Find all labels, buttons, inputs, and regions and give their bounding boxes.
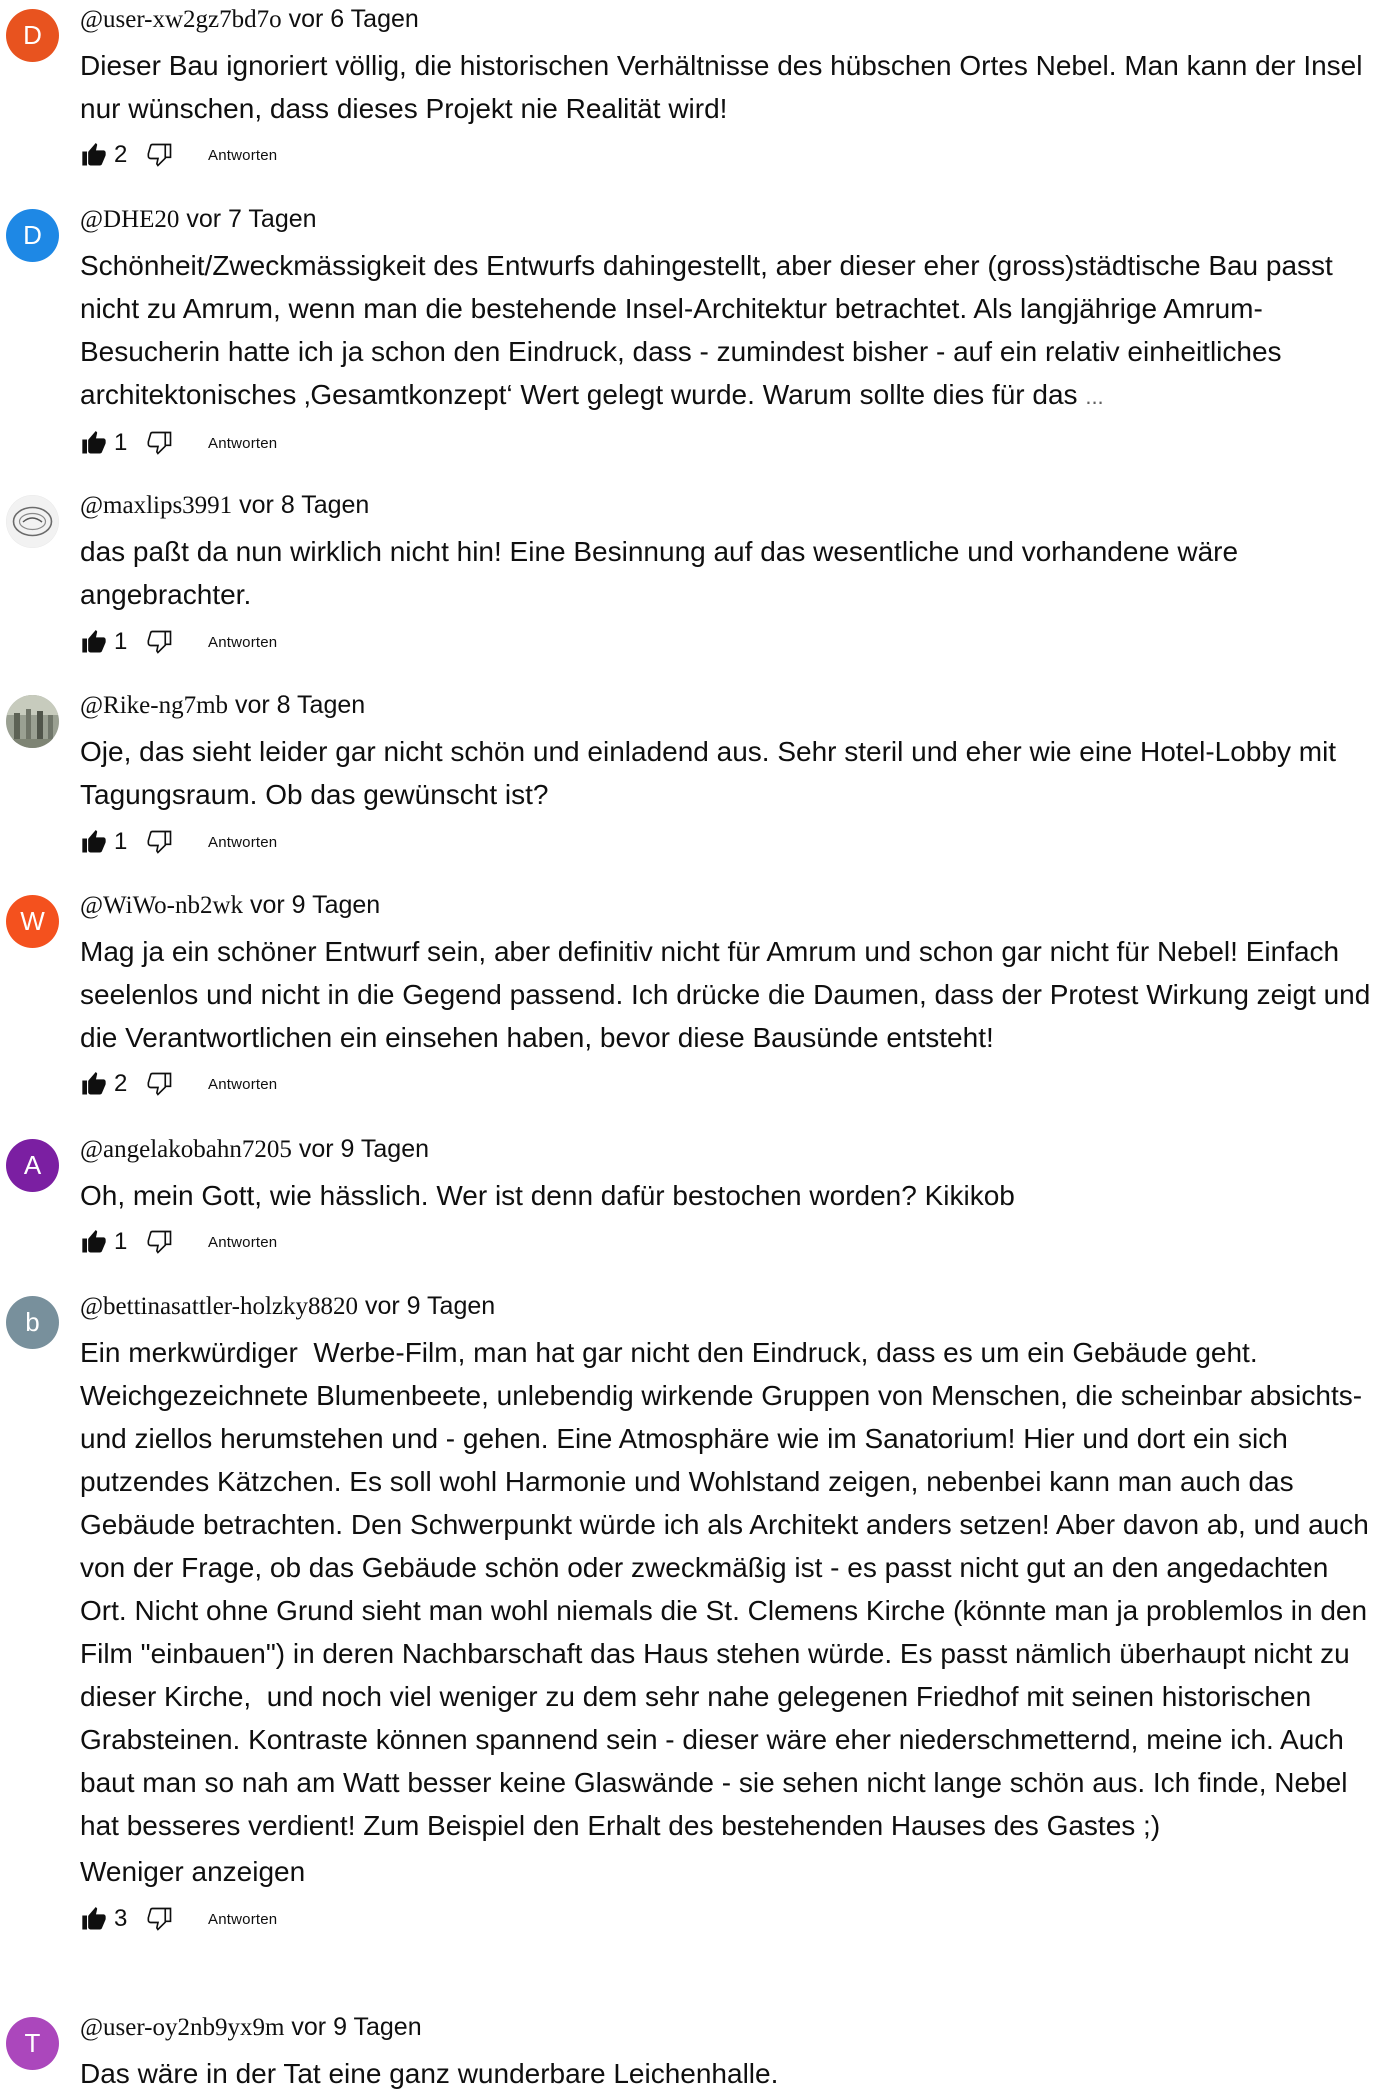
comment-actions: 2 Antworten <box>80 135 1380 175</box>
thumbs-down-icon <box>147 1072 172 1096</box>
avatar[interactable]: b <box>6 1296 59 1349</box>
comment-header: @angelakobahn7205 vor 9 Tagen <box>80 1132 1380 1166</box>
avatar[interactable]: A <box>6 1139 59 1192</box>
comment-actions: 1 Antworten <box>80 423 1380 463</box>
comment-username[interactable]: @user-oy2nb9yx9m <box>80 2014 284 2041</box>
like-button[interactable] <box>80 1905 108 1933</box>
like-count: 3 <box>114 1905 128 1932</box>
thumbs-up-icon <box>82 829 106 853</box>
comment-header: @DHE20 vor 7 Tagen <box>80 202 1380 236</box>
reply-button[interactable]: Antworten <box>208 435 277 452</box>
dislike-button[interactable] <box>146 141 174 169</box>
like-button[interactable] <box>80 429 108 457</box>
thumbs-down-icon <box>147 830 172 854</box>
thumbs-down-icon <box>147 143 172 167</box>
comment-text: Dieser Bau ignoriert völlig, die histori… <box>80 50 1371 124</box>
like-button[interactable] <box>80 828 108 856</box>
comment-text: Oje, das sieht leider gar nicht schön un… <box>80 736 1344 810</box>
reply-button[interactable]: Antworten <box>208 834 277 851</box>
reply-button[interactable]: Antworten <box>208 1234 277 1251</box>
comment-timestamp[interactable]: vor 9 Tagen <box>250 891 380 919</box>
comment-text: Ein merkwürdiger Werbe-Film, man hat gar… <box>80 1337 1377 1841</box>
comment-text: Oh, mein Gott, wie hässlich. Wer ist den… <box>80 1180 1015 1211</box>
dislike-button[interactable] <box>146 429 174 457</box>
reply-button[interactable]: Antworten <box>208 634 277 651</box>
thumbs-up-icon <box>82 1906 106 1930</box>
comment-actions: 1 Antworten <box>80 622 1380 662</box>
show-less-button[interactable]: Weniger anzeigen <box>80 1850 1380 1893</box>
photo-avatar-icon <box>6 695 59 748</box>
comment-header: @Rike-ng7mb vor 8 Tagen <box>80 688 1380 722</box>
thumbs-up-icon <box>82 430 106 454</box>
comment-username[interactable]: @maxlips3991 <box>80 492 232 519</box>
thumbs-down-icon <box>147 1907 172 1931</box>
dislike-button[interactable] <box>146 828 174 856</box>
comment-timestamp[interactable]: vor 9 Tagen <box>299 1135 429 1163</box>
read-more-ellipsis[interactable]: ... <box>1085 384 1103 409</box>
like-count: 2 <box>114 1070 128 1097</box>
comment-timestamp[interactable]: vor 6 Tagen <box>289 5 419 33</box>
like-count: 1 <box>114 429 128 456</box>
comment-username[interactable]: @DHE20 <box>80 206 179 233</box>
comment-text: Mag ja ein schöner Entwurf sein, aber de… <box>80 936 1379 1053</box>
like-count: 1 <box>114 828 128 855</box>
avatar[interactable]: W <box>6 895 59 948</box>
comment-username[interactable]: @bettinasattler-holzky8820 <box>80 1293 358 1320</box>
stamp-logo-avatar-icon <box>6 495 59 548</box>
reply-button[interactable]: Antworten <box>208 147 277 164</box>
comment-actions: 3 Antworten <box>80 1899 1380 1939</box>
comment-actions: 2 Antworten <box>80 1064 1380 1104</box>
comment-header: @user-oy2nb9yx9m vor 9 Tagen <box>80 2010 1380 2044</box>
comment-username[interactable]: @angelakobahn7205 <box>80 1136 292 1163</box>
dislike-button[interactable] <box>146 1070 174 1098</box>
like-button[interactable] <box>80 628 108 656</box>
dislike-button[interactable] <box>146 1905 174 1933</box>
dislike-button[interactable] <box>146 1228 174 1256</box>
comment-header: @bettinasattler-holzky8820 vor 9 Tagen <box>80 1289 1380 1323</box>
comment-username[interactable]: @Rike-ng7mb <box>80 692 228 719</box>
comment-text-body: Schönheit/Zweckmässigkeit des Entwurfs d… <box>80 250 1341 410</box>
comment-text: Schönheit/Zweckmässigkeit des Entwurfs d… <box>80 244 1380 418</box>
comment-header: @WiWo-nb2wk vor 9 Tagen <box>80 888 1380 922</box>
reply-button[interactable]: Antworten <box>208 1911 277 1928</box>
thumbs-down-icon <box>147 630 172 654</box>
comment-timestamp[interactable]: vor 9 Tagen <box>291 2013 421 2041</box>
comment-header: @user-xw2gz7bd7o vor 6 Tagen <box>80 2 1380 36</box>
comment-username[interactable]: @WiWo-nb2wk <box>80 892 243 919</box>
like-button[interactable] <box>80 1070 108 1098</box>
like-count: 2 <box>114 141 128 168</box>
avatar[interactable] <box>6 695 59 748</box>
comment-username[interactable]: @user-xw2gz7bd7o <box>80 6 282 33</box>
avatar[interactable]: D <box>6 209 59 262</box>
comment-text: das paßt da nun wirklich nicht hin! Eine… <box>80 536 1246 610</box>
thumbs-up-icon <box>82 142 106 166</box>
avatar[interactable]: T <box>6 2017 59 2070</box>
thumbs-up-icon <box>82 1229 106 1253</box>
like-button[interactable] <box>80 1228 108 1256</box>
comment-timestamp[interactable]: vor 9 Tagen <box>365 1292 495 1320</box>
comment-timestamp[interactable]: vor 8 Tagen <box>235 691 365 719</box>
thumbs-down-icon <box>147 431 172 455</box>
avatar[interactable] <box>6 495 59 548</box>
thumbs-up-icon <box>82 629 106 653</box>
like-button[interactable] <box>80 141 108 169</box>
thumbs-down-icon <box>147 1230 172 1254</box>
comment-header: @maxlips3991 vor 8 Tagen <box>80 488 1380 522</box>
avatar[interactable]: D <box>6 9 59 62</box>
reply-button[interactable]: Antworten <box>208 1076 277 1093</box>
thumbs-up-icon <box>82 1071 106 1095</box>
comment-actions: 1 Antworten <box>80 822 1380 862</box>
like-count: 1 <box>114 1228 128 1255</box>
dislike-button[interactable] <box>146 628 174 656</box>
comment-timestamp[interactable]: vor 7 Tagen <box>186 205 316 233</box>
comment-actions: 1 Antworten <box>80 1222 1380 1262</box>
comment-timestamp[interactable]: vor 8 Tagen <box>239 491 369 519</box>
like-count: 1 <box>114 628 128 655</box>
